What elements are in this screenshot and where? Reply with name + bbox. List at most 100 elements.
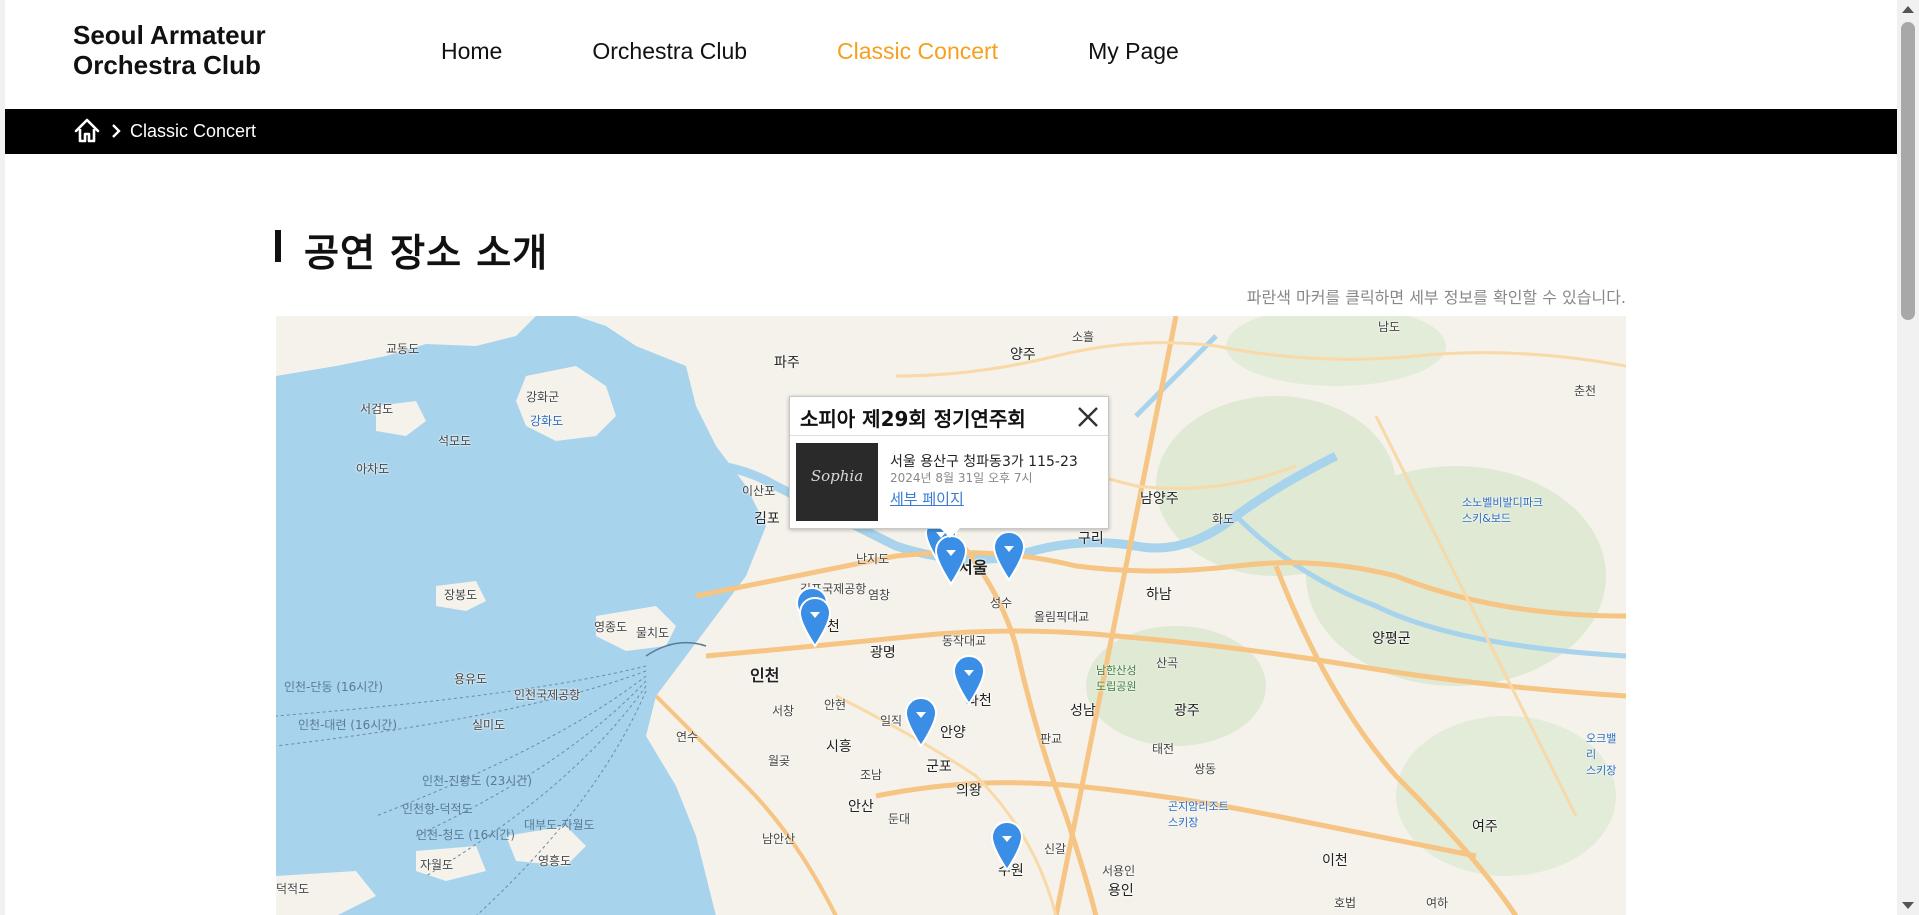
map-label-hwado: 화도 bbox=[1212, 512, 1235, 526]
popup-date: 2024년 8월 31일 오후 7시 bbox=[890, 471, 1033, 485]
map-label-ferry-daebu: 대부도-자월도 bbox=[524, 818, 595, 832]
map-label-ferry-dalian: 인천-대련 (16시간) bbox=[298, 718, 398, 732]
section-title-bar bbox=[275, 230, 281, 262]
map-label-hobeop: 호법 bbox=[1334, 896, 1357, 910]
map-label-singal: 신갈 bbox=[1044, 842, 1067, 856]
map-label-seongsu: 성수 bbox=[990, 596, 1013, 610]
close-icon[interactable] bbox=[1074, 403, 1102, 431]
nav-my-page[interactable]: My Page bbox=[1088, 36, 1179, 66]
venue-marker[interactable] bbox=[992, 530, 1026, 582]
nav-home[interactable]: Home bbox=[441, 36, 502, 66]
thumbnail-logo-text: Sophia bbox=[810, 467, 864, 485]
map-label-wolgot: 월곶 bbox=[768, 754, 791, 768]
map-label-yeoha: 여하 bbox=[1426, 896, 1449, 910]
map-label-seochang: 서창 bbox=[772, 704, 795, 718]
breadcrumb-current: Classic Concert bbox=[130, 121, 257, 141]
map-label-yangju: 양주 bbox=[1010, 347, 1036, 363]
map-label-seogeom: 서검도 bbox=[360, 402, 394, 416]
map-label-ferry-deokjeok: 인천항-덕적도 bbox=[402, 802, 473, 816]
venue-marker[interactable] bbox=[952, 654, 986, 706]
map-label-deokjeok: 덕적도 bbox=[276, 882, 310, 896]
scroll-up-arrow-icon[interactable] bbox=[1902, 6, 1914, 13]
map-label-ssangdong: 쌍동 bbox=[1194, 762, 1217, 776]
scroll-down-arrow-icon[interactable] bbox=[1902, 902, 1914, 909]
detail-page-link[interactable]: 세부 페이지 bbox=[890, 488, 964, 509]
map-label-achado: 아차도 bbox=[356, 462, 390, 476]
nav-classic-concert[interactable]: Classic Concert bbox=[837, 36, 998, 66]
venue-marker-selected[interactable] bbox=[934, 534, 968, 586]
map-label-yeongjong: 영종도 bbox=[594, 620, 628, 634]
map-label-ferry-qinhuangdao: 인천-진황도 (23시간) bbox=[422, 774, 533, 788]
map-label-soheul: 소흘 bbox=[1072, 330, 1095, 344]
map-label-gwangmyeong: 광명 bbox=[870, 645, 896, 661]
map-label-namansan: 남안산 bbox=[762, 832, 796, 846]
map-label-seoyongin: 서용인 bbox=[1102, 864, 1136, 878]
venue-marker[interactable] bbox=[990, 820, 1024, 872]
chevron-right-icon bbox=[112, 124, 121, 138]
map-label-yeoju: 여주 bbox=[1472, 819, 1498, 835]
map-label-namyangju: 남양주 bbox=[1140, 491, 1179, 507]
site-logo[interactable]: Seoul Armateur Orchestra Club bbox=[73, 20, 266, 80]
map-label-gimpo: 김포 bbox=[754, 511, 780, 527]
nav-orchestra-club[interactable]: Orchestra Club bbox=[592, 36, 747, 66]
map-label-ansan: 안산 bbox=[848, 799, 874, 815]
map-label-pangyo: 판교 bbox=[1040, 732, 1063, 746]
popup-address: 서울 용산구 청파동3가 115-23 bbox=[890, 454, 1078, 470]
map-label-anhyeon: 안현 bbox=[824, 698, 847, 712]
map-label-silmi: 실미도 bbox=[472, 718, 506, 732]
map-label-yeomchang: 염창 bbox=[868, 588, 891, 602]
map-label-namdo: 남도 bbox=[1378, 320, 1401, 334]
main-nav: Home Orchestra Club Classic Concert My P… bbox=[441, 36, 1269, 66]
venue-info-popup: 소피아 제29회 정기연주회 Sophia 서울 용산구 청파동3가 115-2… bbox=[789, 396, 1109, 538]
map-label-muchi: 물치도 bbox=[636, 626, 670, 640]
map-hint: 파란색 마커를 클릭하면 세부 정보를 확인할 수 있습니다. bbox=[1246, 288, 1626, 307]
map-label-gyodong: 교동도 bbox=[386, 342, 420, 356]
site-header: Seoul Armateur Orchestra Club Home Orche… bbox=[5, 0, 1897, 109]
map-label-dundae: 둔대 bbox=[888, 812, 911, 826]
map-label-sonobel: 소노벨비발디파크 스키&보드 bbox=[1462, 496, 1543, 525]
map-label-hanam: 하남 bbox=[1146, 587, 1172, 603]
map-label-yangpyeong: 양평군 bbox=[1372, 631, 1411, 647]
map-label-isanpo: 이산포 bbox=[742, 484, 776, 498]
map-label-olympic: 올림픽대교 bbox=[1034, 610, 1090, 624]
popup-pointer bbox=[940, 528, 960, 538]
concert-thumbnail: Sophia bbox=[796, 443, 878, 521]
map-label-ferry-dandong: 인천-단동 (16시간) bbox=[284, 680, 384, 694]
map-label-yeonsu: 연수 bbox=[676, 730, 699, 744]
popup-divider bbox=[790, 435, 1108, 436]
map-label-ganghwa-gun: 강화군 bbox=[526, 390, 560, 404]
page: Seoul Armateur Orchestra Club Home Orche… bbox=[5, 0, 1897, 915]
map-label-sangok: 산곡 bbox=[1156, 656, 1179, 670]
map-label-oak-valley: 오크밸리 스키장 bbox=[1586, 732, 1617, 777]
venue-marker[interactable] bbox=[798, 596, 832, 648]
venue-marker[interactable] bbox=[904, 696, 938, 748]
map-label-yeongheung: 영흥도 bbox=[538, 854, 572, 868]
map-label-namhansanseong: 남한산성 도립공원 bbox=[1096, 664, 1137, 693]
scroll-thumb[interactable] bbox=[1901, 22, 1915, 320]
map-label-seokmo: 석모도 bbox=[438, 434, 472, 448]
map-label-yongin: 용인 bbox=[1108, 883, 1134, 899]
map-label-incheon-airport: 인천국제공항 bbox=[514, 688, 581, 702]
map-label-uiwang: 의왕 bbox=[956, 783, 982, 799]
map-label-paju: 파주 bbox=[774, 355, 800, 371]
map-label-taejeon: 태전 bbox=[1152, 742, 1175, 756]
map-label-ganghwa-do: 강화도 bbox=[530, 414, 564, 428]
map-label-chuncheon: 춘천 bbox=[1574, 384, 1597, 398]
breadcrumb: Classic Concert bbox=[5, 109, 1897, 154]
page-title: 공연 장소 소개 bbox=[304, 231, 549, 275]
home-icon[interactable] bbox=[73, 117, 101, 145]
map-label-incheon: 인천 bbox=[750, 666, 780, 685]
map-label-siheung: 시흥 bbox=[826, 739, 852, 755]
map-label-joam: 조남 bbox=[860, 768, 883, 782]
map-label-yongyu: 용유도 bbox=[454, 672, 488, 686]
scrollbar[interactable] bbox=[1897, 0, 1919, 915]
map-label-jangbong: 장봉도 bbox=[444, 588, 478, 602]
map-label-guri: 구리 bbox=[1078, 531, 1104, 547]
map-label-dongjak: 동작대교 bbox=[942, 634, 987, 648]
map-label-icheon: 이천 bbox=[1322, 853, 1348, 869]
map-label-anyang: 안양 bbox=[940, 725, 966, 741]
map-label-seongnam: 성남 bbox=[1070, 703, 1096, 719]
map-label-gwangju: 광주 bbox=[1174, 703, 1200, 719]
map-label-jawol: 자월도 bbox=[420, 858, 454, 872]
popup-title: 소피아 제29회 정기연주회 bbox=[800, 407, 1026, 431]
